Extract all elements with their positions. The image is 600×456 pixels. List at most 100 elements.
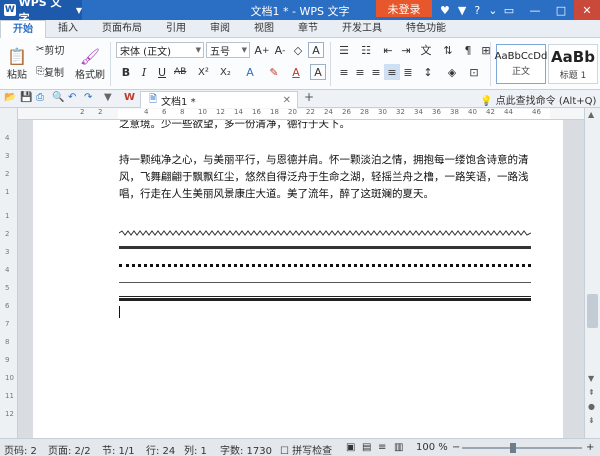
spell-check-toggle[interactable]: ☐ 拼写检查 (280, 442, 332, 456)
redo-icon[interactable]: ↷ (84, 92, 92, 103)
tab-references[interactable]: 引用 (154, 20, 198, 37)
login-button[interactable]: 未登录 (376, 0, 432, 17)
bullet-list-button[interactable]: ☰ (336, 42, 352, 58)
highlight-button[interactable]: ✎ (266, 64, 282, 80)
font-name-select[interactable]: 宋体 (正文) ▼ (116, 42, 204, 58)
help-icon[interactable]: ? (474, 4, 480, 17)
align-center-button[interactable]: ≡ (352, 64, 368, 80)
command-search[interactable]: 💡 点此查找命令 (Alt+Q) (480, 92, 596, 107)
subscript-button[interactable]: X₂ (220, 64, 231, 80)
preview-icon[interactable]: 🔍 (52, 92, 64, 103)
outline-view-icon[interactable]: ≡ (378, 442, 386, 453)
horizontal-ruler[interactable]: 2 2 4 6 8 10 12 14 16 18 20 22 24 26 28 … (18, 108, 584, 120)
zoom-level[interactable]: 100 % (416, 442, 448, 453)
shrink-font-button[interactable]: A- (272, 42, 288, 58)
scroll-down-icon[interactable]: ▼ (588, 374, 594, 383)
document-page[interactable]: 之意境。少一些欲望，多一份清净，德行于天下。 持一颗纯净之心，与美丽平行，与恩德… (33, 120, 563, 438)
status-words[interactable]: 字数: 1730 (220, 442, 272, 456)
font-size-select[interactable]: 五号 ▼ (206, 42, 250, 58)
save-icon[interactable]: 💾 (20, 92, 32, 103)
paragraph-2[interactable]: 持一颗纯净之心，与美丽平行，与恩德并肩。怀一颗淡泊之情，拥抱每一缕饱含诗意的清风… (119, 152, 531, 203)
show-marks-button[interactable]: ¶ (460, 42, 476, 58)
decrease-indent-button[interactable]: ⇤ (380, 42, 396, 58)
shading-button[interactable]: ◈ (444, 64, 460, 80)
undo-icon[interactable]: ↶ (68, 92, 76, 103)
align-left-button[interactable]: ≡ (336, 64, 352, 80)
zoom-in-icon[interactable]: + (586, 442, 594, 453)
tab-layout[interactable]: 页面布局 (90, 20, 154, 37)
sort-button[interactable]: ⇅ (440, 42, 456, 58)
tab-home[interactable]: 开始 (0, 20, 46, 39)
chevron-down-icon: ▼ (241, 46, 247, 54)
zoom-out-icon[interactable]: − (452, 442, 460, 453)
document-tab[interactable]: 🗎 文档1 * ✕ (140, 91, 298, 108)
strikethrough-button[interactable]: AB (174, 64, 186, 80)
bold-button[interactable]: B (118, 64, 134, 80)
justify-button[interactable]: ≡ (384, 64, 400, 80)
tab-insert[interactable]: 插入 (46, 20, 90, 37)
scroll-up-icon[interactable]: ▲ (588, 110, 594, 119)
align-right-button[interactable]: ≡ (368, 64, 384, 80)
style-normal[interactable]: AaBbCcDd 正文 (495, 44, 547, 84)
format-painter-button[interactable]: 🖌 格式刷 (74, 44, 106, 84)
status-pages[interactable]: 页面: 2/2 (48, 442, 91, 456)
select-browse-icon[interactable]: ● (588, 402, 595, 411)
ribbon-tabs: 开始 插入 页面布局 引用 审阅 视图 章节 开发工具 特色功能 (0, 20, 600, 39)
zoom-slider-knob[interactable] (510, 443, 516, 453)
clear-format-button[interactable]: ◇ (290, 42, 306, 58)
next-page-icon[interactable]: ⇟ (588, 416, 595, 425)
paste-button[interactable]: 📋 粘贴 (2, 44, 32, 84)
superscript-button[interactable]: X² (198, 64, 209, 80)
italic-button[interactable]: I (136, 64, 152, 80)
increase-indent-button[interactable]: ⇥ (398, 42, 414, 58)
cut-button[interactable]: ✂ 剪切 (36, 42, 64, 57)
new-tab-icon[interactable]: + (304, 90, 314, 104)
status-col[interactable]: 列: 1 (184, 442, 207, 456)
tab-features[interactable]: 特色功能 (394, 20, 458, 37)
shirt-icon[interactable]: ▼ (458, 4, 466, 17)
grow-font-button[interactable]: A + (254, 42, 270, 58)
scroll-thumb[interactable] (587, 294, 598, 328)
status-row[interactable]: 行: 24 (146, 442, 175, 456)
style-heading-1[interactable]: AaBb 标题 1 (548, 44, 598, 84)
char-border-button[interactable]: A (308, 42, 324, 58)
maximize-icon[interactable]: □ (548, 0, 574, 20)
prev-page-icon[interactable]: ⇞ (588, 388, 595, 397)
text-effect-button[interactable]: A (242, 64, 258, 80)
table-icon[interactable]: ⊞ (478, 42, 494, 58)
underline-button[interactable]: U (154, 64, 170, 80)
vertical-scrollbar[interactable]: ▲ ▼ ⇞ ● ⇟ (584, 108, 600, 438)
tab-view[interactable]: 视图 (242, 20, 286, 37)
tab-review[interactable]: 审阅 (198, 20, 242, 37)
zoom-slider[interactable] (462, 447, 582, 449)
restore-icon[interactable]: ▭ (496, 0, 522, 20)
close-icon[interactable]: ✕ (574, 0, 600, 20)
wps-home-icon[interactable]: W (124, 92, 135, 103)
open-icon[interactable]: 📂 (4, 92, 16, 103)
paragraph-1[interactable]: 之意境。少一些欲望，多一份清净，德行于天下。 (119, 120, 531, 133)
chevron-down-icon[interactable]: ▼ (104, 92, 112, 103)
skin-icon[interactable]: ♥ (440, 4, 450, 17)
copy-button[interactable]: ⎘ 复制 (36, 64, 64, 79)
minimize-icon[interactable]: — (522, 0, 548, 20)
line-spacing-button[interactable]: ↕ (420, 64, 436, 80)
char-shading-button[interactable]: A (310, 64, 326, 80)
full-screen-icon[interactable]: ▣ (346, 442, 355, 453)
close-tab-icon[interactable]: ✕ (283, 95, 291, 106)
status-section[interactable]: 节: 1/1 (102, 442, 135, 456)
status-page[interactable]: 页码: 2 (4, 442, 37, 456)
numbered-list-button[interactable]: ☷ (358, 42, 374, 58)
thin-border-line (119, 282, 531, 283)
document-canvas[interactable]: 之意境。少一些欲望，多一份清净，德行于天下。 持一颗纯净之心，与美丽平行，与恩德… (19, 120, 584, 438)
chinese-layout-button[interactable]: 文 (418, 42, 434, 58)
distribute-button[interactable]: ≣ (400, 64, 416, 80)
vertical-ruler[interactable]: 4 3 2 1 1 2 3 4 5 6 7 8 9 10 11 12 (0, 108, 18, 438)
print-icon[interactable]: ⎙ (36, 92, 44, 103)
document-icon: 🗎 (149, 93, 158, 105)
font-color-button[interactable]: A (288, 64, 304, 80)
tab-section[interactable]: 章节 (286, 20, 330, 37)
page-view-icon[interactable]: ▥ (394, 442, 403, 453)
read-mode-icon[interactable]: ▤ (362, 442, 371, 453)
tab-developer[interactable]: 开发工具 (330, 20, 394, 37)
border-button[interactable]: ⊡ (466, 64, 482, 80)
